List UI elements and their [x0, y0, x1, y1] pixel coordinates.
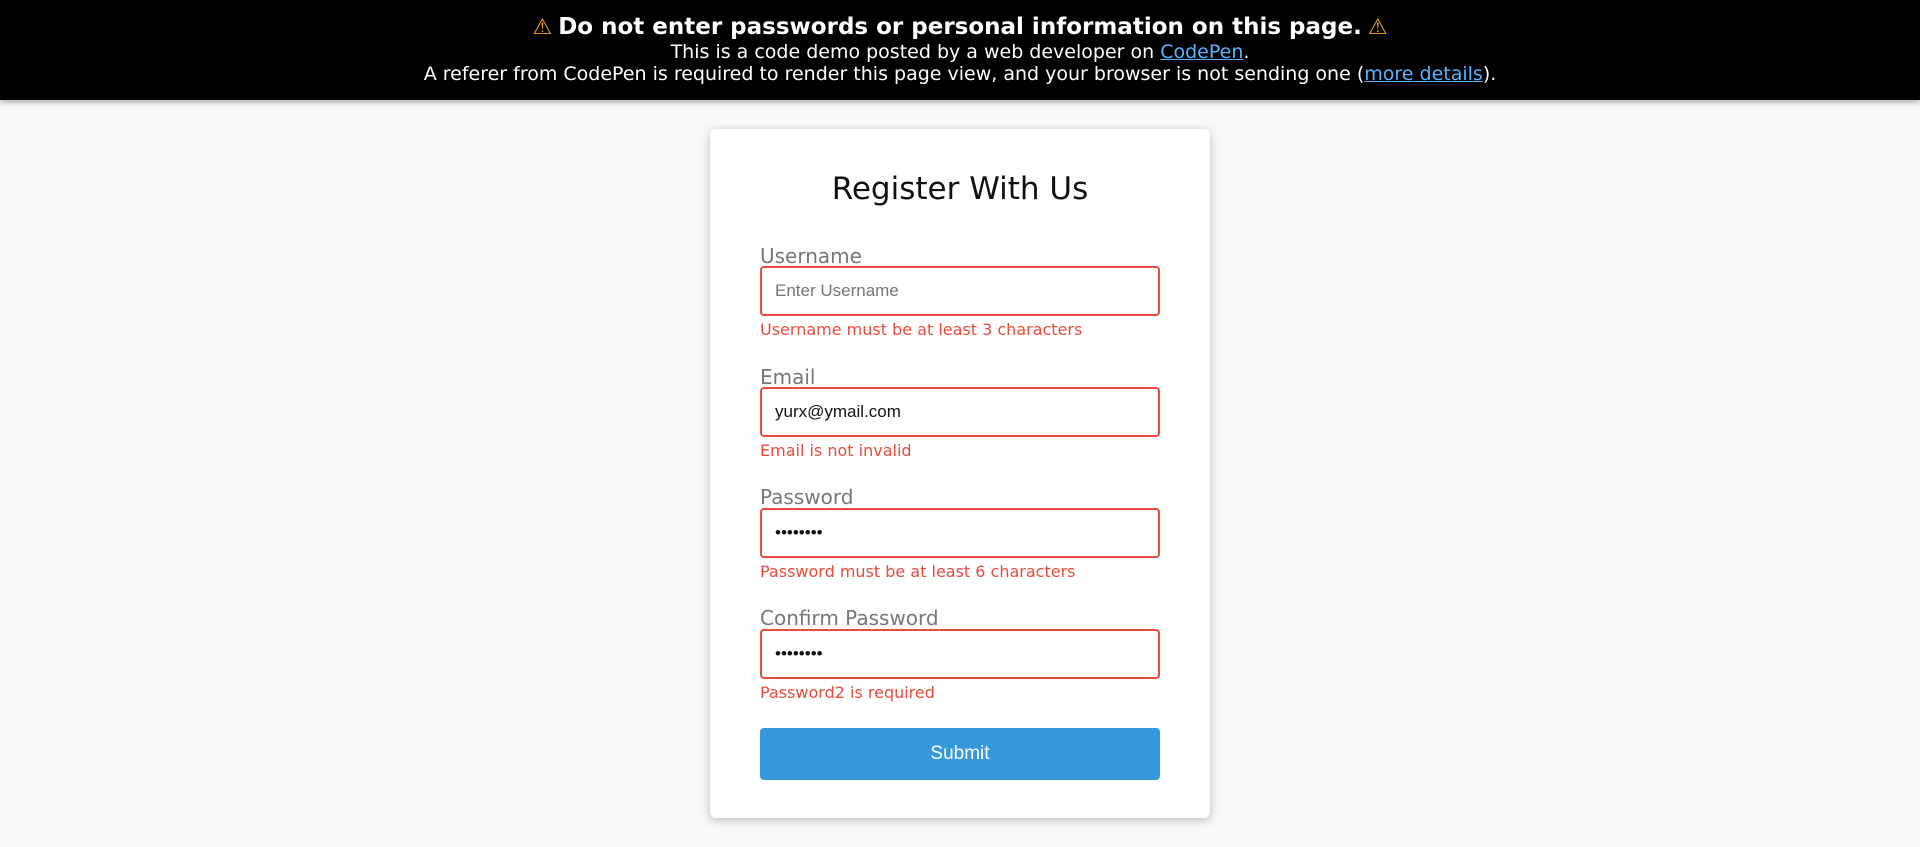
codepen-link[interactable]: CodePen	[1160, 41, 1243, 63]
form-title: Register With Us	[831, 171, 1089, 207]
banner-line2-suffix: .	[1243, 41, 1250, 63]
banner-line2-text: This is a code demo posted by a web deve…	[670, 41, 1161, 63]
warning-triangle-icon: ⚠	[532, 15, 553, 40]
confirm-password-label: Confirm Password	[760, 606, 939, 630]
banner-line-referer: A referer from CodePen is required to re…	[0, 62, 1920, 86]
warning-triangle-icon: ⚠	[1367, 15, 1388, 40]
banner-line-codepen: This is a code demo posted by a web deve…	[0, 40, 1920, 64]
banner-headline: ⚠ Do not enter passwords or personal info…	[0, 12, 1920, 43]
username-error: Username must be at least 3 characters	[760, 320, 1083, 339]
email-error: Email is not invalid	[760, 441, 912, 460]
register-form-card: Register With Us Username Username must …	[710, 129, 1210, 818]
confirm-password-error: Password2 is required	[760, 683, 935, 702]
banner-headline-text: Do not enter passwords or personal infor…	[558, 14, 1362, 40]
username-input[interactable]	[760, 266, 1160, 316]
more-details-link[interactable]: more details	[1364, 63, 1483, 85]
confirm-password-input[interactable]	[760, 629, 1160, 679]
banner-line3-text: A referer from CodePen is required to re…	[423, 63, 1365, 85]
password-input[interactable]	[760, 508, 1160, 558]
warning-banner: ⚠ Do not enter passwords or personal info…	[0, 0, 1920, 100]
email-input[interactable]	[760, 387, 1160, 437]
submit-button[interactable]: Submit	[760, 728, 1160, 780]
password-label: Password	[760, 485, 854, 509]
banner-line3-suffix: ).	[1482, 63, 1497, 85]
password-error: Password must be at least 6 characters	[760, 562, 1076, 581]
